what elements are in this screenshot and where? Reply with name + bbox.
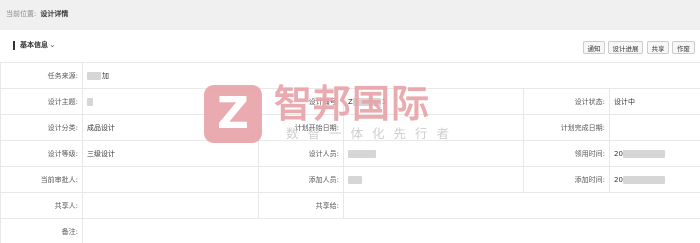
- panel-header: 基本信息 ⌄ 通知 设计进展 共享 作废: [0, 30, 700, 62]
- redacted-block: [348, 175, 362, 184]
- table-row: 设计分类: 成品设计 计划开始日期: 计划完成日期:: [0, 114, 700, 141]
- redacted-block: [348, 149, 376, 158]
- progress-button[interactable]: 设计进展: [608, 41, 643, 54]
- receive-time-value: 20: [608, 140, 700, 167]
- added-by-label: 添加人员:: [258, 166, 344, 193]
- current-reviewer-value: [82, 166, 259, 193]
- design-category-label: 设计分类:: [0, 114, 83, 141]
- table-row: 设计主题: 设计编号: Z1 设计状态: 设计中: [0, 88, 700, 115]
- table-row: 备注:: [0, 218, 700, 243]
- plan-start-date-label: 计划开始日期:: [258, 114, 344, 141]
- redacted-block: [622, 175, 665, 184]
- sharer-value: [82, 192, 259, 219]
- added-by-value: [343, 166, 524, 193]
- shared-to-label: 共享给:: [258, 192, 344, 219]
- remark-value: [81, 218, 700, 243]
- redacted-block: [87, 71, 101, 80]
- design-subject-label: 设计主题:: [0, 88, 83, 115]
- remark-label: 备注:: [0, 218, 83, 243]
- designer-label: 设计人员:: [258, 140, 344, 167]
- sharer-label: 共享人:: [0, 192, 83, 219]
- redacted-block: [87, 97, 93, 106]
- plan-start-date-value: [343, 114, 524, 141]
- task-source-value: 加: [81, 62, 700, 89]
- design-status-label: 设计状态:: [523, 88, 610, 115]
- design-category-value: 成品设计: [82, 114, 259, 141]
- info-table: 任务来源: 加 设计主题: 设计编号: Z1 设计状态: 设计中 设计分类: 成…: [0, 62, 700, 243]
- notify-button[interactable]: 通知: [583, 41, 605, 54]
- breadcrumb-current: 设计详情: [40, 9, 69, 18]
- section-marker: [13, 41, 15, 50]
- table-row: 当前审批人: 添加人员: 添加时间: 20: [0, 166, 700, 193]
- task-source-label: 任务来源:: [0, 62, 83, 89]
- breadcrumb: 当前位置: 设计详情: [0, 0, 700, 27]
- receive-time-label: 领用时间:: [523, 140, 610, 167]
- table-row: 设计等级: 三级设计 设计人员: 领用时间: 20: [0, 140, 700, 167]
- share-button[interactable]: 共享: [647, 41, 669, 54]
- table-row: 任务来源: 加: [0, 62, 700, 89]
- design-code-value: Z1: [343, 88, 524, 115]
- section-title[interactable]: 基本信息: [20, 41, 48, 50]
- added-time-value: 20: [608, 166, 700, 193]
- design-status-value: 设计中: [608, 88, 700, 115]
- detail-panel: 基本信息 ⌄ 通知 设计进展 共享 作废 任务来源: 加 设计主题: 设计编号:…: [0, 30, 700, 243]
- design-code-label: 设计编号:: [258, 88, 344, 115]
- receive-time-text: 20: [614, 149, 623, 158]
- current-reviewer-label: 当前审批人:: [0, 166, 83, 193]
- design-level-label: 设计等级:: [0, 140, 83, 167]
- shared-to-value: [342, 192, 700, 219]
- added-time-label: 添加时间:: [523, 166, 610, 193]
- void-button[interactable]: 作废: [672, 41, 695, 54]
- plan-end-date-value: [608, 114, 700, 141]
- redacted-block: [352, 97, 381, 106]
- task-source-text: 加: [102, 71, 109, 80]
- design-subject-value: [82, 88, 259, 115]
- added-time-text: 20: [614, 175, 623, 184]
- design-code-tail: 1: [381, 97, 387, 106]
- designer-value: [343, 140, 524, 167]
- table-row: 共享人: 共享给:: [0, 192, 700, 219]
- chevron-down-icon[interactable]: ⌄: [49, 40, 56, 49]
- design-level-value: 三级设计: [82, 140, 259, 167]
- redacted-block: [622, 149, 665, 158]
- breadcrumb-prefix: 当前位置:: [6, 9, 37, 18]
- plan-end-date-label: 计划完成日期:: [523, 114, 610, 141]
